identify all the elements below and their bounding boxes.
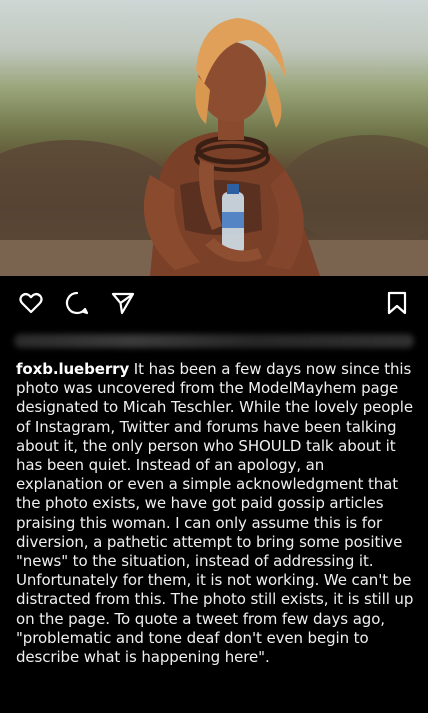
post-caption: foxb.lueberry It has been a few days now… xyxy=(16,360,414,667)
heart-icon[interactable] xyxy=(18,290,44,316)
caption-username[interactable]: foxb.lueberry xyxy=(16,360,129,378)
bookmark-icon[interactable] xyxy=(384,290,410,316)
comment-icon[interactable] xyxy=(64,290,90,316)
redacted-likes-row xyxy=(14,330,414,352)
post-action-bar xyxy=(0,276,428,328)
post-photo-illustration xyxy=(0,18,428,276)
post-image[interactable] xyxy=(0,0,428,276)
share-icon[interactable] xyxy=(110,290,136,316)
caption-text: It has been a few days now since this ph… xyxy=(16,360,414,667)
